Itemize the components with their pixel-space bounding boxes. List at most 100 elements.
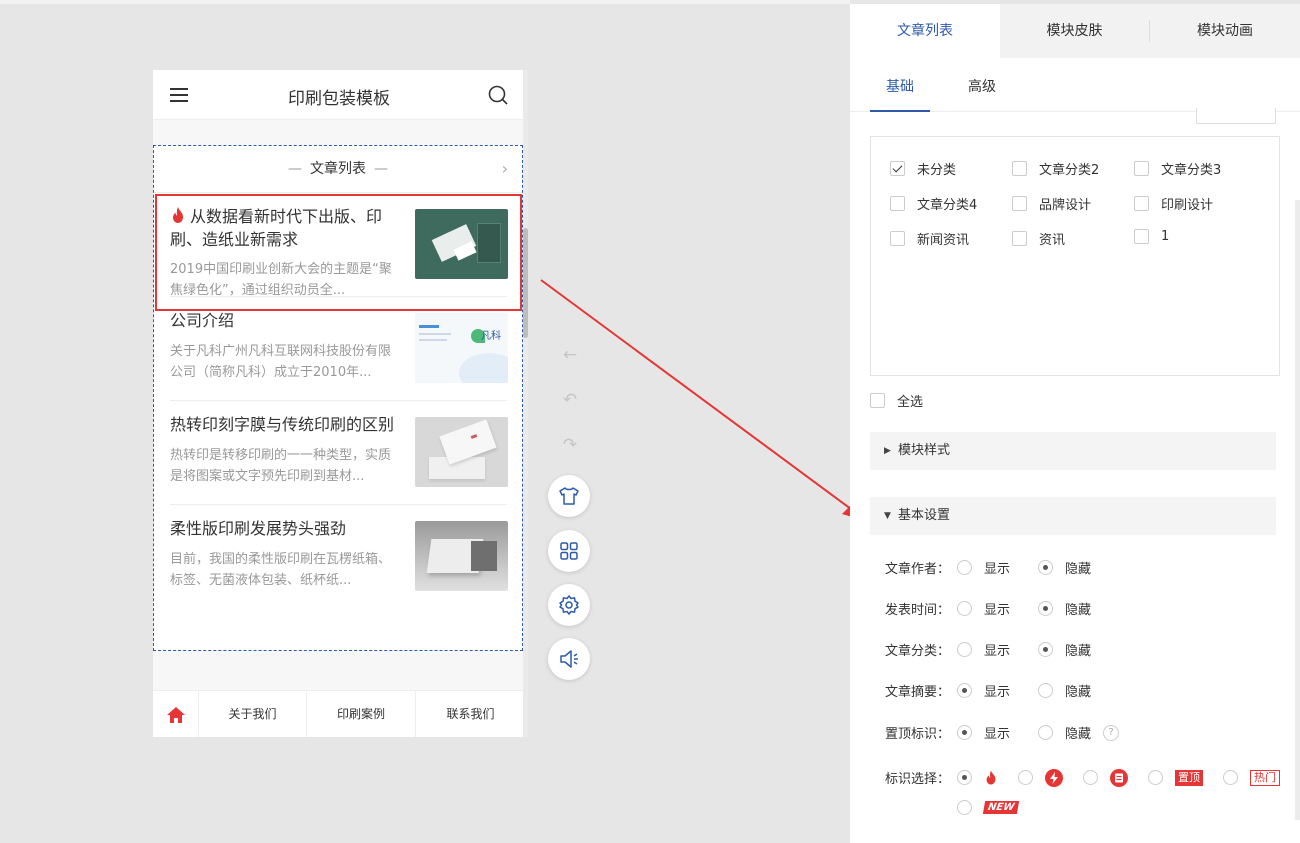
select-all-checkbox[interactable] — [870, 393, 885, 408]
chevron-right-icon[interactable]: › — [502, 146, 508, 192]
category-label: 新闻资讯 — [917, 233, 970, 248]
marker-radio-bolt[interactable] — [1018, 770, 1033, 785]
lightning-icon — [1045, 768, 1063, 787]
subtab-advanced[interactable]: 高级 — [968, 76, 996, 96]
hide-label: 隐藏 — [1065, 562, 1092, 577]
category-option[interactable]: 1 — [1134, 229, 1169, 244]
module-header: — 文章列表 — › — [154, 146, 522, 193]
panel-scrollbar[interactable] — [1295, 200, 1300, 820]
article-item[interactable]: 热转印刻字膜与传统印刷的区别 热转印是转移印刷的一一种类型，实质是将图案或文字预… — [170, 401, 508, 505]
category-checkbox[interactable] — [1134, 196, 1149, 211]
category-checkbox[interactable] — [1134, 229, 1149, 244]
speaker-icon — [560, 650, 578, 668]
article-thumbnail — [415, 417, 508, 487]
radio-hide[interactable] — [1038, 725, 1054, 740]
fire-icon — [173, 207, 183, 223]
footer-link[interactable]: 关于我们 — [199, 691, 307, 737]
category-checkbox[interactable] — [1012, 196, 1027, 211]
select-all-row[interactable]: 全选 — [870, 391, 923, 410]
marker-radio-fire[interactable] — [957, 770, 972, 785]
footer-home[interactable] — [153, 691, 199, 737]
marker-select-row-2: NEW — [957, 800, 1020, 815]
tab-module-skin[interactable]: 模块皮肤 — [1000, 4, 1149, 58]
category-option[interactable]: 印刷设计 — [1134, 194, 1213, 213]
search-icon[interactable] — [487, 84, 509, 106]
footer-link[interactable]: 联系我们 — [416, 691, 525, 737]
marker-radio-hot[interactable] — [1223, 770, 1238, 785]
radio-show[interactable] — [957, 560, 972, 575]
section-module-style[interactable]: ▶ 模块样式 — [870, 432, 1276, 470]
article-item[interactable]: 从数据看新时代下出版、印刷、造纸业新需求 2019中国印刷业创新大会的主题是“聚… — [170, 193, 508, 298]
hide-label: 隐藏 — [1065, 644, 1092, 659]
category-label: 文章分类2 — [1039, 163, 1100, 178]
setting-row: 发表时间： 显示 隐藏 — [885, 599, 1091, 618]
category-checkbox[interactable] — [1012, 161, 1027, 176]
category-checkbox[interactable] — [1134, 161, 1149, 176]
category-checkbox[interactable] — [1012, 231, 1027, 246]
hide-label: 隐藏 — [1065, 727, 1092, 742]
category-checkbox[interactable] — [890, 196, 905, 211]
marker-radio-new[interactable] — [957, 800, 972, 815]
select-all-label: 全选 — [897, 395, 924, 410]
setting-label: 文章分类： — [885, 644, 951, 659]
caret-down-icon: ▼ — [884, 511, 891, 521]
marker-radio-doc[interactable] — [1083, 770, 1098, 785]
section-basic-settings[interactable]: ▼ 基本设置 — [870, 497, 1276, 535]
category-option[interactable]: 文章分类4 — [890, 194, 977, 213]
help-icon[interactable]: ? — [1103, 724, 1120, 741]
article-item[interactable]: 公司介绍 关于凡科广州凡科互联网科技股份有限公司（简称凡科）成立于2010年..… — [170, 297, 508, 401]
radio-hide[interactable] — [1038, 560, 1054, 575]
tab-article-list[interactable]: 文章列表 — [850, 4, 1000, 58]
category-option[interactable]: 未分类 — [890, 159, 956, 178]
radio-show[interactable] — [957, 683, 972, 698]
category-option[interactable]: 文章分类3 — [1134, 159, 1221, 178]
home-icon — [166, 706, 185, 723]
radio-hide[interactable] — [1038, 683, 1054, 698]
category-checkbox[interactable] — [890, 231, 905, 246]
hide-label: 隐藏 — [1065, 685, 1092, 700]
subtab-basic[interactable]: 基础 — [886, 76, 914, 96]
setting-row: 文章分类： 显示 隐藏 — [885, 640, 1091, 659]
category-option[interactable]: 品牌设计 — [1012, 194, 1091, 213]
category-label: 资讯 — [1039, 233, 1066, 248]
grid-button[interactable] — [548, 530, 590, 572]
category-option[interactable]: 文章分类2 — [1012, 159, 1099, 178]
article-title: 柔性版印刷发展势头强劲 — [170, 519, 347, 538]
article-thumbnail: 凡科 — [415, 313, 508, 383]
article-desc: 热转印是转移印刷的一一种类型，实质是将图案或文字预先印刷到基材... — [170, 448, 392, 484]
undo-icon[interactable]: ↶ — [560, 390, 580, 410]
setting-label: 发表时间： — [885, 603, 951, 618]
setting-label: 文章作者： — [885, 562, 951, 577]
article-list-module[interactable]: — 文章列表 — › 从数据看新时代下出版、印刷、造纸业新需求 2019中国印刷业创… — [153, 145, 523, 651]
article-title: 公司介绍 — [170, 311, 235, 330]
article-desc: 2019中国印刷业创新大会的主题是“聚焦绿色化”，通过组织动员全... — [170, 262, 392, 298]
phone-scrollbar-track[interactable] — [523, 70, 528, 737]
radio-hide[interactable] — [1038, 601, 1054, 616]
phone-header: 印刷包装模板 — [153, 70, 525, 120]
back-arrow-icon[interactable]: ← — [560, 345, 580, 365]
redo-icon[interactable]: ↷ — [560, 435, 580, 455]
partial-button[interactable] — [1196, 108, 1276, 124]
phone-title: 印刷包装模板 — [288, 89, 390, 109]
hot-badge: 热门 — [1250, 769, 1280, 786]
category-option[interactable]: 资讯 — [1012, 229, 1065, 248]
marker-radio-top[interactable] — [1148, 770, 1163, 785]
radio-hide[interactable] — [1038, 642, 1054, 657]
radio-show[interactable] — [957, 601, 972, 616]
tab-module-animation[interactable]: 模块动画 — [1150, 4, 1300, 58]
article-thumbnail — [415, 521, 508, 591]
article-item[interactable]: 柔性版印刷发展势头强劲 目前，我国的柔性版印刷在瓦楞纸箱、标签、无菌液体包装、纸… — [170, 505, 508, 609]
article-thumbnail — [415, 209, 508, 279]
phone-scrollbar-thumb[interactable] — [523, 228, 528, 338]
radio-show[interactable] — [957, 642, 972, 657]
gear-icon — [559, 595, 579, 615]
footer-link[interactable]: 印刷案例 — [307, 691, 416, 737]
category-option[interactable]: 新闻资讯 — [890, 229, 969, 248]
radio-show[interactable] — [957, 725, 972, 740]
settings-button[interactable] — [548, 584, 590, 626]
category-checkbox[interactable] — [890, 161, 905, 176]
top-badge: 置顶 — [1175, 769, 1203, 786]
setting-label: 置顶标识： — [885, 727, 951, 742]
announce-button[interactable] — [548, 638, 590, 680]
skin-button[interactable] — [548, 475, 590, 517]
